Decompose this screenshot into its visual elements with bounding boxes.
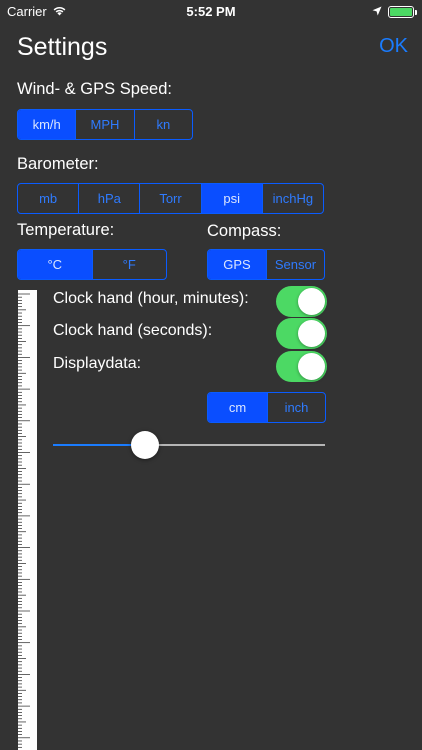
slider-thumb[interactable] <box>131 431 160 459</box>
slider[interactable] <box>53 430 325 460</box>
status-bar: Carrier 5:52 PM <box>0 0 422 22</box>
wind-speed-segmented-control: km/h MPH kn <box>17 109 193 140</box>
barometer-option-inchhg[interactable]: inchHg <box>261 184 323 213</box>
temperature-option-fahrenheit[interactable]: °F <box>91 250 167 279</box>
barometer-option-mb[interactable]: mb <box>18 184 78 213</box>
length-unit-option-cm[interactable]: cm <box>208 393 267 422</box>
location-arrow-icon <box>372 4 382 19</box>
barometer-segmented-control: mb hPa Torr psi inchHg <box>17 183 324 214</box>
barometer-option-psi[interactable]: psi <box>200 184 262 213</box>
compass-option-gps[interactable]: GPS <box>208 250 266 279</box>
temperature-label: Temperature: <box>17 221 115 239</box>
temperature-option-celsius[interactable]: °C <box>18 250 92 279</box>
compass-option-sensor[interactable]: Sensor <box>266 250 324 279</box>
switch-row-clock-hand-seconds: Clock hand (seconds): <box>53 318 327 349</box>
barometer-option-torr[interactable]: Torr <box>139 184 200 213</box>
toggle-knob <box>298 353 325 380</box>
battery-icon <box>388 5 417 18</box>
ruler-ticks <box>18 293 30 748</box>
compass-segmented-control: GPS Sensor <box>207 249 325 280</box>
wind-speed-option-mph[interactable]: MPH <box>75 110 133 139</box>
switch-row-clock-hand-hour-minutes: Clock hand (hour, minutes): <box>53 286 327 317</box>
wind-speed-label: Wind- & GPS Speed: <box>17 80 172 98</box>
status-right <box>372 4 417 19</box>
status-time: 5:52 PM <box>186 4 236 19</box>
clock-hand-hour-minutes-label: Clock hand (hour, minutes): <box>53 290 249 307</box>
clock-hand-seconds-label: Clock hand (seconds): <box>53 322 213 339</box>
battery-fill <box>390 7 412 16</box>
switch-row-displaydata: Displaydata: <box>53 351 327 382</box>
toggle-knob <box>298 288 325 315</box>
barometer-label: Barometer: <box>17 155 99 173</box>
displaydata-label: Displaydata: <box>53 355 142 372</box>
temperature-segmented-control: °C °F <box>17 249 167 280</box>
displaydata-toggle[interactable] <box>276 351 327 382</box>
ok-button[interactable]: OK <box>379 35 408 58</box>
clock-hand-hour-minutes-toggle[interactable] <box>276 286 327 317</box>
length-unit-option-inch[interactable]: inch <box>267 393 325 422</box>
page-title: Settings <box>17 33 108 61</box>
wind-speed-option-kmh[interactable]: km/h <box>18 110 76 139</box>
toggle-knob <box>298 320 325 347</box>
slider-track-max <box>145 444 325 446</box>
wind-speed-option-kn[interactable]: kn <box>133 110 192 139</box>
barometer-option-hpa[interactable]: hPa <box>78 184 139 213</box>
ruler-scale <box>18 290 37 750</box>
clock-hand-seconds-toggle[interactable] <box>276 318 327 349</box>
compass-label: Compass: <box>207 222 282 240</box>
length-unit-segmented-control: cm inch <box>207 392 326 423</box>
